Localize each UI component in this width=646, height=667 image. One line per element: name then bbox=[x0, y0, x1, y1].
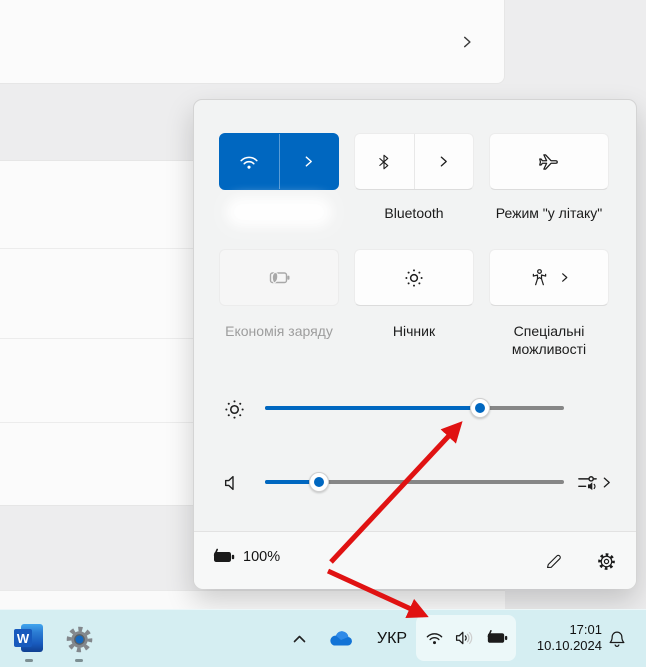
settings-button[interactable] bbox=[591, 546, 621, 576]
battery-percent-label: 100% bbox=[243, 549, 280, 565]
wifi-tray-icon bbox=[424, 628, 445, 648]
wifi-icon bbox=[238, 151, 260, 173]
chevron-up-icon bbox=[292, 633, 307, 645]
taskbar-word-app[interactable]: W bbox=[14, 623, 44, 653]
bluetooth-icon bbox=[375, 152, 393, 172]
taskbar: W УКР bbox=[0, 609, 646, 667]
notifications-button[interactable] bbox=[605, 627, 629, 651]
wifi-expand-button[interactable] bbox=[280, 134, 339, 189]
accessibility-icon bbox=[529, 267, 550, 289]
battery-charging-icon bbox=[210, 547, 236, 567]
night-light-icon bbox=[402, 266, 426, 290]
date-label: 10.10.2024 bbox=[516, 638, 602, 654]
bluetooth-tile[interactable] bbox=[354, 133, 474, 190]
quick-settings-footer: 100% bbox=[194, 531, 636, 589]
running-indicator bbox=[25, 659, 33, 662]
quick-settings-tray-button[interactable] bbox=[416, 615, 516, 661]
battery-saver-icon bbox=[266, 267, 292, 289]
brightness-slider[interactable] bbox=[265, 406, 564, 410]
brightness-icon bbox=[220, 395, 248, 423]
gear-icon bbox=[596, 551, 617, 572]
clock-tray-item[interactable]: 17:01 10.10.2024 bbox=[516, 622, 602, 654]
night-light-tile[interactable] bbox=[354, 249, 474, 306]
battery-tray-icon bbox=[484, 628, 509, 648]
tray-overflow-button[interactable] bbox=[288, 630, 310, 648]
volume-row bbox=[194, 467, 636, 497]
volume-tray-icon bbox=[454, 628, 475, 648]
settings-footer-strip bbox=[0, 590, 505, 610]
volume-thumb[interactable] bbox=[309, 472, 329, 492]
onedrive-cloud-icon bbox=[327, 628, 354, 648]
bluetooth-toggle[interactable] bbox=[355, 134, 414, 189]
airplane-mode-label: Режим "у літаку" bbox=[484, 204, 614, 222]
volume-icon bbox=[220, 470, 246, 496]
chevron-right-icon bbox=[600, 476, 613, 489]
accessibility-tile[interactable] bbox=[489, 249, 609, 306]
wifi-toggle[interactable] bbox=[220, 134, 279, 189]
volume-slider[interactable] bbox=[265, 480, 564, 484]
brightness-thumb[interactable] bbox=[470, 398, 490, 418]
bluetooth-label: Bluetooth bbox=[349, 204, 479, 222]
accessibility-label: Спеціальні можливості bbox=[484, 322, 614, 358]
battery-saver-tile[interactable] bbox=[219, 249, 339, 306]
night-light-label: Нічник bbox=[349, 322, 479, 340]
language-indicator[interactable]: УКР bbox=[372, 628, 412, 650]
chevron-right-icon bbox=[559, 272, 570, 283]
audio-output-icon[interactable] bbox=[575, 470, 599, 494]
settings-gear-icon bbox=[62, 622, 96, 656]
bluetooth-expand-button[interactable] bbox=[415, 134, 474, 189]
brightness-row bbox=[194, 393, 636, 423]
brightness-fill bbox=[265, 406, 480, 410]
time-label: 17:01 bbox=[516, 622, 602, 638]
settings-row-card[interactable] bbox=[0, 0, 505, 84]
airplane-icon bbox=[538, 151, 560, 173]
wifi-tile[interactable] bbox=[219, 133, 339, 190]
battery-status[interactable]: 100% bbox=[210, 547, 280, 567]
pencil-icon bbox=[544, 552, 563, 571]
chevron-right-icon bbox=[302, 155, 315, 168]
onedrive-tray-item[interactable] bbox=[326, 625, 354, 651]
airplane-mode-tile[interactable] bbox=[489, 133, 609, 190]
language-label: УКР bbox=[377, 630, 407, 648]
bell-icon bbox=[607, 629, 627, 650]
quick-settings-panel: Bluetooth Режим "у літаку" bbox=[193, 99, 637, 589]
chevron-right-icon bbox=[437, 155, 450, 168]
word-icon: W bbox=[14, 623, 44, 653]
edit-quick-settings-button[interactable] bbox=[538, 546, 568, 576]
audio-output-expand-button[interactable] bbox=[599, 474, 613, 490]
taskbar-settings-app[interactable] bbox=[61, 621, 97, 657]
desktop-screen: Bluetooth Режим "у літаку" bbox=[0, 0, 646, 667]
wifi-network-name-redacted bbox=[226, 197, 332, 227]
chevron-right-icon bbox=[460, 35, 474, 49]
battery-saver-label: Економія заряду bbox=[214, 322, 344, 340]
running-indicator bbox=[75, 659, 83, 662]
